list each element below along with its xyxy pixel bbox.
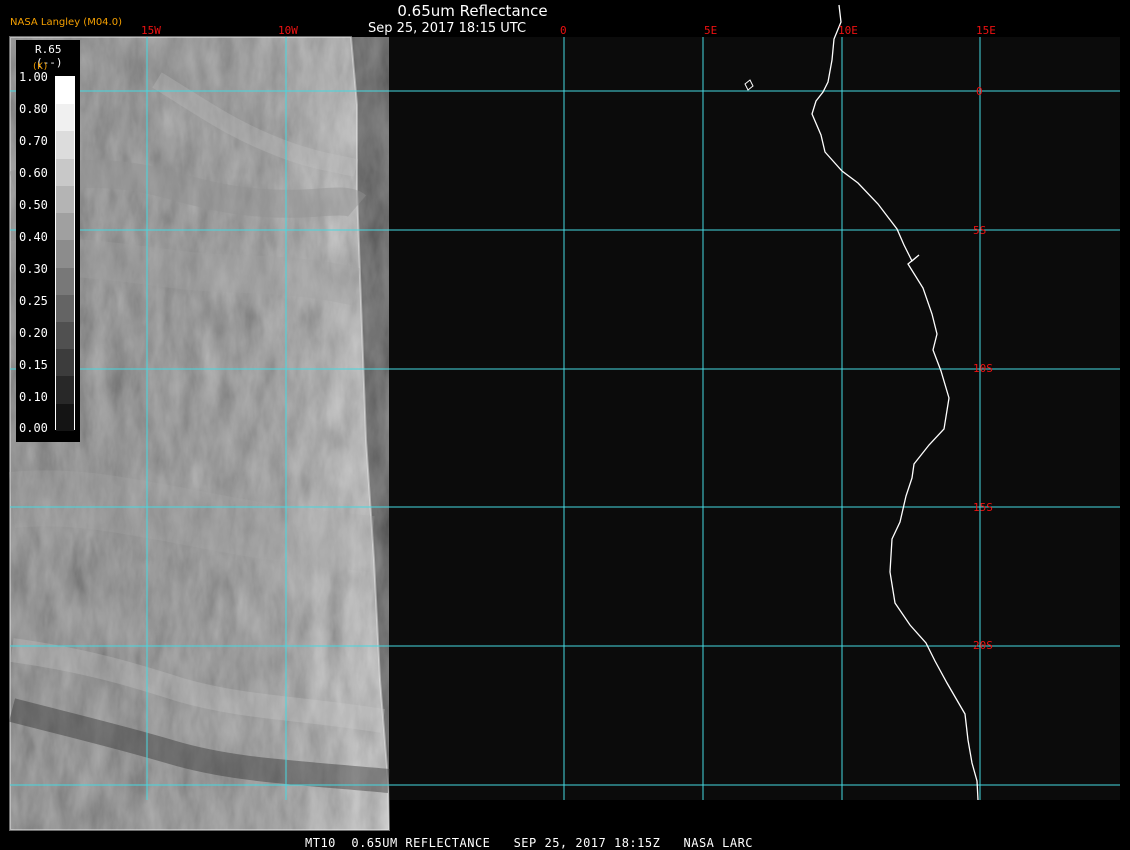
legend-color-swatch: [56, 403, 74, 431]
legend-tick-label: 0.80: [19, 102, 48, 116]
cloud-imagery-swath: [8, 36, 391, 831]
legend-tick-label: 1.00: [19, 70, 48, 84]
legend-color-swatch: [56, 267, 74, 295]
longitude-label: 15W: [141, 24, 161, 37]
longitude-label: 0: [560, 24, 567, 37]
legend-tick-label: 0.30: [19, 262, 48, 276]
longitude-label: 10E: [838, 24, 858, 37]
legend-color-swatch: [56, 185, 74, 214]
legend-color-swatch: [56, 213, 74, 241]
legend-tick-label: 0.50: [19, 198, 48, 212]
legend-tick-label: 0.40: [19, 230, 48, 244]
legend-color-swatch: [56, 240, 74, 268]
legend-tick-label: 0.10: [19, 390, 48, 404]
legend-tick-label: 0.25: [19, 294, 48, 308]
latitude-label: 20S: [973, 639, 993, 652]
image-footer: MT10 0.65UM REFLECTANCE SEP 25, 2017 18:…: [305, 836, 754, 850]
legend-color-swatch: [56, 294, 74, 322]
legend-tick-label: 0.15: [19, 358, 48, 372]
latitude-label: 10S: [973, 362, 993, 375]
latitude-label: 5S: [973, 224, 987, 237]
legend-tick-label: 0.00: [19, 421, 48, 435]
legend-color-swatch: [56, 158, 74, 186]
latitude-label: 0: [976, 85, 983, 98]
legend-tick-label: 0.60: [19, 166, 48, 180]
satellite-image-viewer: NASA Langley (M04.0) 0.65um Reflectance …: [0, 0, 1130, 850]
image-title: 0.65um Reflectance: [397, 2, 548, 20]
legend-color-bar: [55, 76, 75, 431]
legend-color-swatch: [56, 77, 74, 105]
legend-color-swatch: [56, 104, 74, 132]
latitude-label: 15S: [973, 501, 993, 514]
legend-color-swatch: [56, 131, 74, 159]
legend-color-swatch: [56, 321, 74, 350]
legend-tick-label: 0.70: [19, 134, 48, 148]
longitude-label: 15E: [976, 24, 996, 37]
image-timestamp: Sep 25, 2017 18:15 UTC: [368, 21, 527, 36]
longitude-label: 5E: [704, 24, 718, 37]
legend-color-swatch: [56, 349, 74, 377]
longitude-label: 10W: [278, 24, 298, 37]
legend-variable-label: R.65: [35, 43, 62, 56]
legend-tick-label: 0.20: [19, 326, 48, 340]
legend-color-swatch: [56, 376, 74, 404]
